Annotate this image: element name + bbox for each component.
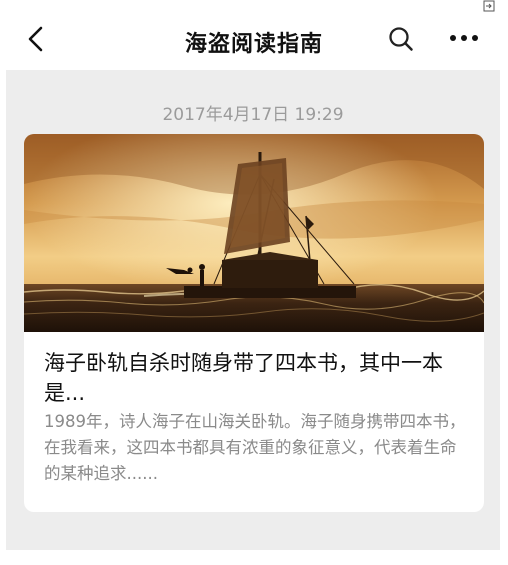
exit-icon[interactable] — [483, 0, 495, 12]
navigation-bar: 海盗阅读指南 — [0, 0, 508, 72]
article-card[interactable]: 海子卧轨自杀时随身带了四本书，其中一本是... 1989年，诗人海子在山海关卧轨… — [24, 134, 484, 512]
article-cover-image — [24, 134, 484, 332]
article-summary: 1989年，诗人海子在山海关卧轨。海子随身携带四本书，在我看来，这四本书都具有浓… — [44, 412, 466, 483]
bottom-spacer — [0, 550, 508, 565]
chat-content-area: 2017年4月17日 19:29 海子卧轨自杀时随身带了四本书，其中一本是...… — [6, 70, 500, 550]
more-dots-icon — [450, 35, 478, 41]
message-timestamp: 2017年4月17日 19:29 — [162, 105, 344, 125]
page-title: 海盗阅读指南 — [184, 32, 323, 57]
more-button[interactable] — [448, 28, 480, 48]
search-button[interactable] — [388, 26, 414, 52]
search-icon — [389, 27, 413, 51]
article-title: 海子卧轨自杀时随身带了四本书，其中一本是... — [44, 351, 443, 405]
